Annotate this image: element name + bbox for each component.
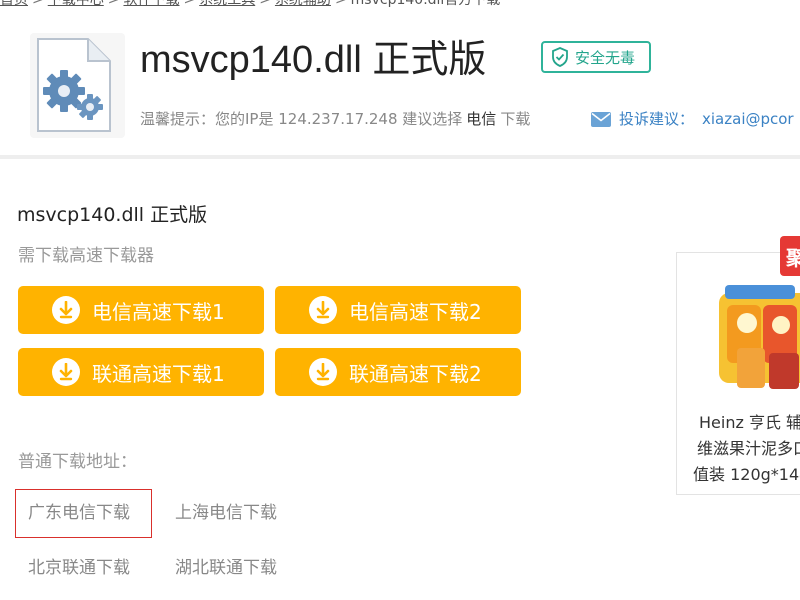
breadcrumb: 首页 > 下载中心 > 软件下载 > 系统工具 > 系统辅助 > msvcp140.dll官方下载	[0, 0, 500, 10]
breadcrumb-system-tools[interactable]: 系统工具	[199, 0, 255, 8]
button-label: 电信高速下载2	[349, 299, 482, 324]
download-arrow-icon	[52, 296, 80, 324]
ad-text-line: Heinz 亨氏 辅	[699, 413, 800, 432]
button-label: 联通高速下载1	[92, 361, 225, 386]
breadcrumb-software[interactable]: 软件下载	[123, 0, 179, 8]
breadcrumb-separator: >	[32, 0, 44, 8]
breadcrumb-home[interactable]: 首页	[0, 0, 28, 8]
safe-badge: 安全无毒	[541, 41, 651, 73]
downloader-note: 需下载高速下载器	[18, 246, 154, 266]
ad-tag: 聚	[780, 236, 800, 276]
mirror-link-shanghai-telecom[interactable]: 上海电信下载	[175, 501, 277, 525]
breadcrumb-current: msvcp140.dll官方下载	[350, 0, 501, 8]
button-label: 电信高速下载1	[92, 299, 225, 324]
ip-tip-suffix: 下载	[500, 110, 531, 128]
header-divider	[0, 155, 800, 159]
breadcrumb-separator: >	[334, 0, 347, 8]
ip-tip: 温馨提示：您的IP是 124.237.17.248 建议选择 电信 下载	[140, 108, 530, 130]
page-title: msvcp140.dll 正式版	[140, 39, 487, 81]
file-icon	[30, 33, 125, 138]
normal-download-label: 普通下载地址：	[18, 452, 137, 472]
mirror-link-hubei-unicom[interactable]: 湖北联通下载	[175, 556, 277, 580]
breadcrumb-separator: >	[183, 0, 196, 8]
ip-tip-text: 温馨提示：您的IP是 124.237.17.248 建议选择	[140, 110, 463, 128]
breadcrumb-separator: >	[259, 0, 271, 8]
ad-text-line: 值装 120g*144	[693, 465, 800, 484]
unicom-fast-download-1-button[interactable]: 联通高速下载1	[18, 348, 264, 396]
breadcrumb-separator: >	[107, 0, 120, 8]
ip-tip-isp: 电信	[466, 110, 497, 128]
mirror-link-beijing-unicom[interactable]: 北京联通下载	[28, 556, 130, 580]
telecom-fast-download-2-button[interactable]: 电信高速下载2	[275, 286, 521, 334]
ad-product-text[interactable]: Heinz 亨氏 辅 维滋果汁泥多口 值装 120g*144	[689, 410, 800, 488]
breadcrumb-download-center[interactable]: 下载中心	[48, 0, 104, 8]
complaint-link[interactable]: 投诉建议： xiazai@pcor	[591, 108, 794, 130]
complaint-label: 投诉建议：	[619, 110, 695, 128]
safe-badge-label: 安全无毒	[575, 48, 636, 67]
mail-icon	[591, 111, 611, 127]
download-arrow-icon	[309, 358, 337, 386]
download-arrow-icon	[52, 358, 80, 386]
button-label: 联通高速下载2	[349, 361, 482, 386]
complaint-email[interactable]: xiazai@pcor	[702, 108, 794, 130]
download-arrow-icon	[309, 296, 337, 324]
unicom-fast-download-2-button[interactable]: 联通高速下载2	[275, 348, 521, 396]
ad-text-line: 维滋果汁泥多口	[697, 439, 800, 458]
mirror-link-guangdong-telecom[interactable]: 广东电信下载	[28, 501, 130, 525]
breadcrumb-system-aux[interactable]: 系统辅助	[275, 0, 331, 8]
shield-check-icon	[552, 47, 568, 67]
telecom-fast-download-1-button[interactable]: 电信高速下载1	[18, 286, 264, 334]
dll-gear-file-icon	[37, 38, 111, 132]
section-title: msvcp140.dll 正式版	[17, 204, 208, 226]
